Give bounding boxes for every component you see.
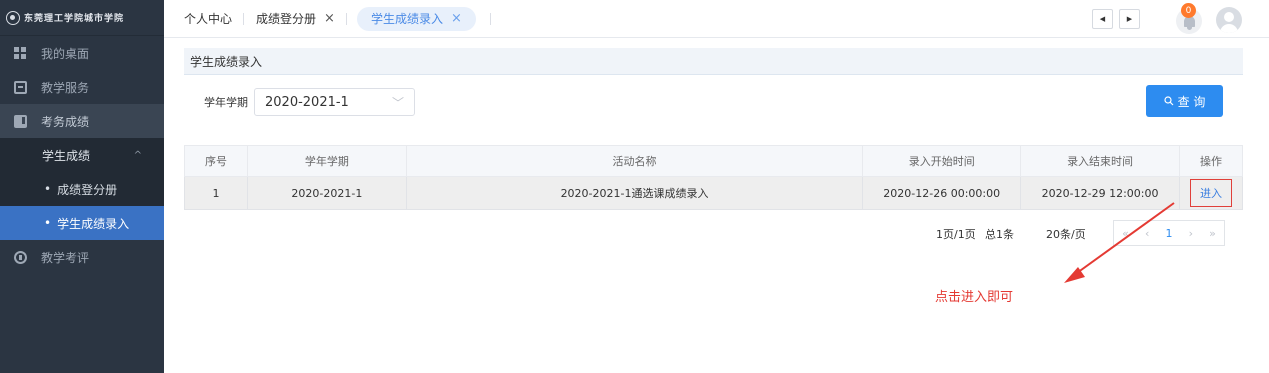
submenu-item-label: 成绩登分册	[57, 182, 118, 197]
sidebar-item-teaching-service[interactable]: 教学服务	[0, 70, 164, 104]
sidebar-item-teaching-evaluation[interactable]: 教学考评	[0, 240, 164, 274]
sidebar-item-label: 教学考评	[41, 250, 90, 265]
chevron-up-icon: ^	[133, 149, 142, 161]
bullet-icon: •	[44, 182, 52, 196]
close-icon[interactable]: ×	[324, 11, 335, 26]
school-logo: 东莞理工学院城市学院	[0, 0, 164, 36]
desktop-icon	[14, 46, 27, 60]
tab-scroll-right-button[interactable]: ▶	[1119, 9, 1140, 29]
app-root: 东莞理工学院城市学院 我的桌面 教学服务 考务成绩 学生成绩 ^ • 成绩登分册…	[0, 0, 1269, 373]
sidebar: 东莞理工学院城市学院 我的桌面 教学服务 考务成绩 学生成绩 ^ • 成绩登分册…	[0, 0, 164, 373]
sidebar-item-label: 教学服务	[41, 80, 90, 95]
tab-scroll-left-button[interactable]: ◀	[1092, 9, 1113, 29]
teaching-evaluation-icon	[14, 250, 27, 264]
submenu-item-grade-register[interactable]: • 成绩登分册	[0, 172, 164, 206]
teaching-service-icon	[14, 80, 27, 94]
tab-label: 成绩登分册	[256, 12, 317, 26]
submenu-head-label: 学生成绩	[42, 148, 91, 163]
tab-label: 个人中心	[184, 12, 233, 26]
notification-badge: 0	[1181, 3, 1196, 18]
tab-grade-register[interactable]: 成绩登分册 ×	[244, 7, 347, 31]
submenu-student-grades[interactable]: 学生成绩 ^	[0, 138, 164, 172]
sidebar-item-desktop[interactable]: 我的桌面	[0, 36, 164, 70]
school-emblem-icon	[6, 10, 20, 25]
submenu-item-label: 学生成绩录入	[57, 216, 130, 231]
annotation-hint: 点击进入即可	[935, 290, 1014, 305]
tab-label: 学生成绩录入	[370, 12, 443, 26]
tab-grade-entry[interactable]: 学生成绩录入 ×	[356, 6, 476, 31]
submenu-item-grade-entry[interactable]: • 学生成绩录入	[0, 206, 164, 240]
sidebar-item-label: 考务成绩	[41, 114, 90, 129]
tab-scroll-buttons: ◀ ▶	[1092, 9, 1140, 29]
tab-divider	[489, 12, 491, 25]
annotation-arrow-icon	[1064, 202, 1175, 283]
sidebar-item-label: 我的桌面	[41, 46, 90, 61]
tab-personal-center[interactable]: 个人中心	[172, 7, 245, 31]
user-avatar[interactable]	[1216, 7, 1242, 33]
top-bar: 个人中心 成绩登分册 × 学生成绩录入 × ◀ ▶ 0	[164, 0, 1269, 38]
exam-grades-icon	[14, 114, 27, 128]
bullet-icon: •	[44, 216, 52, 230]
close-icon[interactable]: ×	[451, 11, 462, 26]
sidebar-item-exam-grades[interactable]: 考务成绩	[0, 104, 164, 138]
main-content: 学生成绩录入 学年学期 2020-2021-1 ﹀ 查 询 序号 学年学期 活动…	[164, 38, 1269, 373]
logo-text: 东莞理工学院城市学院	[24, 14, 125, 24]
